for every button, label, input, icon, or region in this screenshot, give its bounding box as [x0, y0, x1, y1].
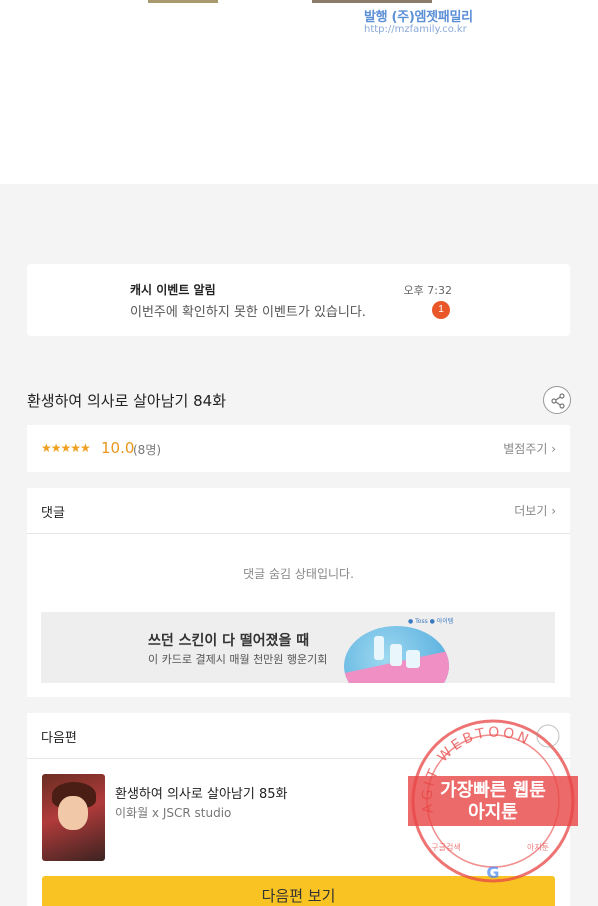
publisher-credit: 발행 (주)엠젯패밀리 — [364, 10, 473, 25]
comments-more-link[interactable]: 더보기 › — [514, 502, 556, 519]
comments-card: 댓글 더보기 › 댓글 숨김 상태입니다. 쓰던 스킨이 다 떨어졌을 때 이 … — [27, 488, 570, 697]
rating-card: ★★★★★ 10.0 (8명) 별점주기 › — [27, 425, 570, 472]
next-episode-card: 다음편 환생하여 의사로 살아남기 85화 이화월 x JSCR studio … — [27, 713, 570, 906]
rating-count: (8명) — [133, 443, 162, 457]
next-episode-button[interactable]: 다음편 보기 — [42, 876, 555, 906]
rate-button[interactable]: 별점주기 › — [503, 440, 556, 457]
ad-sponsor-logos: ● Toss ● 아이템 — [408, 618, 454, 625]
divider — [27, 758, 570, 759]
rating-stars: ★★★★★ — [41, 441, 91, 455]
next-episode-header: 다음편 — [41, 731, 77, 746]
ad-subtitle: 이 카드로 결제시 매월 천만원 행운기회 — [148, 653, 328, 666]
comic-image-edge — [148, 0, 218, 3]
publisher-url: http://mzfamily.co.kr — [364, 24, 467, 35]
next-episode-title[interactable]: 환생하여 의사로 살아남기 85화 — [115, 783, 287, 802]
notification-message: 이번주에 확인하지 못한 이벤트가 있습니다. — [130, 305, 366, 320]
comments-header: 댓글 — [41, 506, 65, 521]
ad-banner[interactable]: 쓰던 스킨이 다 떨어졌을 때 이 카드로 결제시 매월 천만원 행운기회 ● … — [41, 612, 555, 683]
comic-image-edge — [312, 0, 432, 3]
rating-score: 10.0 — [101, 439, 135, 457]
notification-card[interactable]: 캐시 이벤트 알림 이번주에 확인하지 못한 이벤트가 있습니다. 오후 7:3… — [27, 264, 570, 336]
share-button[interactable] — [543, 386, 571, 414]
episode-title: 환생하여 의사로 살아남기 84화 — [27, 392, 226, 410]
next-episode-thumbnail[interactable] — [42, 774, 105, 861]
comments-hidden-message: 댓글 숨김 상태입니다. — [243, 567, 354, 581]
next-episode-authors: 이화월 x JSCR studio — [115, 806, 232, 820]
notification-time: 오후 7:32 — [403, 284, 452, 297]
comic-end-area: 발행 (주)엠젯패밀리 http://mzfamily.co.kr — [0, 0, 598, 184]
notification-title: 캐시 이벤트 알림 — [130, 283, 216, 297]
notification-badge: 1 — [432, 301, 450, 319]
share-icon — [551, 393, 565, 409]
divider — [27, 533, 570, 534]
ad-product-image — [344, 626, 449, 683]
ad-title: 쓰던 스킨이 다 떨어졌을 때 — [148, 633, 310, 649]
